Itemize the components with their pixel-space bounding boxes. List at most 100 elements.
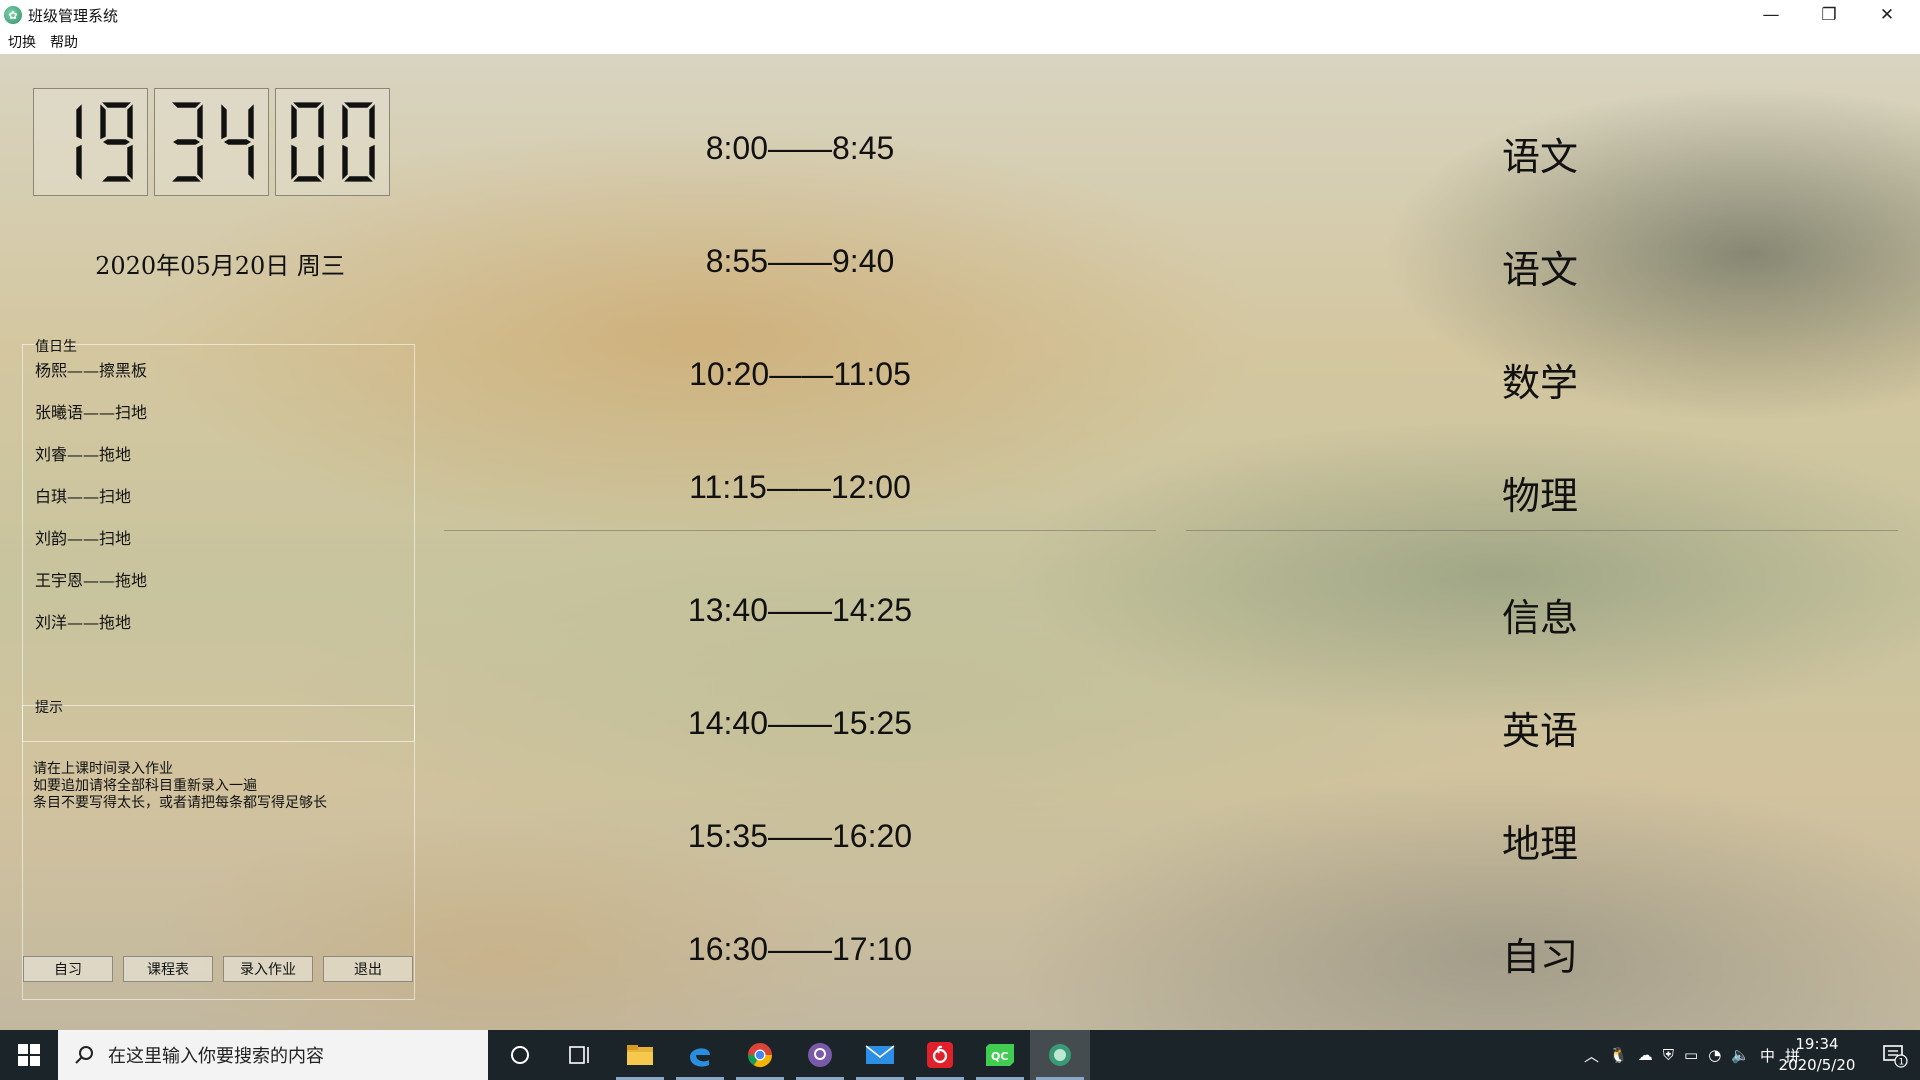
period-subject: 物理 <box>1501 474 1578 518</box>
segment-f <box>99 104 106 140</box>
segment-c <box>196 144 203 180</box>
period-subject: 自习 <box>1501 935 1578 979</box>
menu-help[interactable]: 帮助 <box>50 32 84 52</box>
task-view-icon <box>569 1046 589 1064</box>
app-icon: ✿ <box>4 6 22 24</box>
segment-g <box>102 139 130 145</box>
enter-homework-button[interactable]: 录入作业 <box>223 956 313 982</box>
segment-d <box>101 176 131 182</box>
minimize-button[interactable]: — <box>1742 0 1800 30</box>
duty-item: 刘洋——拖地 <box>35 613 132 632</box>
period-time: 8:55——9:40 <box>705 243 895 279</box>
period-time: 16:30——17:10 <box>687 931 913 967</box>
taskbar-date: 2020/5/20 <box>1778 1056 1856 1074</box>
menu-switch[interactable]: 切换 <box>8 32 42 52</box>
taskbar-app-github-desktop[interactable] <box>790 1030 850 1080</box>
segment-d <box>171 176 201 182</box>
system-tray: ︿ 🐧 ☁ ⛨ ▭ ◔ 🔈 中 拼 <box>1584 1030 1800 1080</box>
segment-b <box>247 104 254 140</box>
period-time: 10:20——11:05 <box>689 356 911 392</box>
github-icon <box>808 1043 832 1067</box>
taskbar-app-chrome[interactable] <box>730 1030 790 1080</box>
wifi-icon[interactable]: ◔ <box>1708 1046 1721 1064</box>
segment-f <box>220 104 227 140</box>
edge-icon <box>690 1048 710 1067</box>
segment-b <box>196 104 203 140</box>
close-button[interactable]: ✕ <box>1858 0 1916 30</box>
qt-icon: QC <box>986 1044 1014 1066</box>
notification-count: 1 <box>1899 1058 1905 1068</box>
segment-c <box>368 144 375 180</box>
segment-a <box>101 102 131 108</box>
taskbar-time: 19:34 <box>1795 1035 1839 1053</box>
clock-seconds <box>275 88 390 196</box>
clock-digit <box>220 104 254 180</box>
timetable-button[interactable]: 课程表 <box>123 956 213 982</box>
cortana-button[interactable] <box>490 1030 550 1080</box>
date-label: 2020年05月20日 周三 <box>95 252 345 280</box>
clock-digit <box>99 102 133 182</box>
mail-icon <box>865 1045 895 1064</box>
period-subject: 信息 <box>1501 596 1578 640</box>
duty-item: 王宇恩——拖地 <box>35 571 148 590</box>
segment-g <box>223 139 251 145</box>
taskbar-app-edge[interactable] <box>670 1030 730 1080</box>
noon-divider-right <box>1186 530 1898 531</box>
security-shield-icon[interactable]: ⛨ <box>1663 1046 1674 1064</box>
duty-group: 值日生 杨熙——擦黑板 张曦语——扫地 刘睿——拖地 白琪——扫地 刘韵——扫地… <box>22 339 415 742</box>
chevron-up-icon[interactable]: ︿ <box>1584 1045 1599 1066</box>
window-title: 班级管理系统 <box>28 6 119 25</box>
music-icon <box>927 1042 953 1068</box>
clock-digit <box>75 104 82 180</box>
notification-center-button[interactable]: 1 <box>1870 1030 1920 1080</box>
svg-text:QC: QC <box>991 1050 1008 1063</box>
volume-icon[interactable]: 🔈 <box>1731 1046 1750 1064</box>
noon-divider-left <box>444 530 1156 531</box>
menu-bar: 切换 帮助 <box>0 30 1920 54</box>
start-button[interactable] <box>0 1030 58 1080</box>
segment-c <box>75 144 82 180</box>
search-placeholder: 在这里输入你要搜索的内容 <box>108 1046 324 1067</box>
taskbar-clock[interactable]: 19:34 2020/5/20 <box>1772 1034 1862 1076</box>
search-icon <box>75 1046 93 1064</box>
chrome-icon <box>748 1043 772 1068</box>
duty-item: 张曦语——扫地 <box>35 403 148 422</box>
taskbar-app-class-manager[interactable] <box>1030 1030 1090 1080</box>
taskbar-app-netease-music[interactable] <box>910 1030 970 1080</box>
segment-b <box>368 104 375 140</box>
period-subject: 语文 <box>1501 248 1578 292</box>
segment-g <box>172 139 200 145</box>
task-view-button[interactable] <box>550 1030 610 1080</box>
maximize-button[interactable]: ❐ <box>1800 0 1858 30</box>
taskbar: 在这里输入你要搜索的内容 QC ︿ 🐧 ☁ ⛨ ▭ ◔ 🔈 中 拼 19:34 … <box>0 1030 1920 1080</box>
qq-icon[interactable]: 🐧 <box>1609 1046 1628 1064</box>
period-time: 13:40——14:25 <box>687 592 913 628</box>
segment-a <box>292 102 322 108</box>
segment-c <box>126 144 133 180</box>
taskbar-app-qt-creator[interactable]: QC <box>970 1030 1030 1080</box>
segment-a <box>171 102 201 108</box>
period-subject: 英语 <box>1501 709 1578 753</box>
duty-group-title: 值日生 <box>35 339 77 355</box>
cortana-icon <box>511 1046 529 1064</box>
tips-group-title: 提示 <box>35 700 63 716</box>
main-area: 2020年05月20日 周三 值日生 杨熙——擦黑板 张曦语——扫地 刘睿——拖… <box>0 54 1920 1030</box>
taskbar-search-box[interactable]: 在这里输入你要搜索的内容 <box>58 1030 488 1080</box>
digital-clock <box>33 88 390 196</box>
clock-hours <box>33 88 148 196</box>
class-manager-icon <box>1049 1044 1071 1066</box>
duty-item: 刘韵——扫地 <box>35 529 132 548</box>
taskbar-app-mail[interactable] <box>850 1030 910 1080</box>
taskbar-app-file-explorer[interactable] <box>610 1030 670 1080</box>
battery-icon[interactable]: ▭ <box>1684 1046 1698 1064</box>
segment-e <box>290 144 297 180</box>
clock-minutes <box>154 88 269 196</box>
cloud-icon[interactable]: ☁ <box>1638 1046 1653 1064</box>
segment-a <box>343 102 373 108</box>
period-time: 11:15——12:00 <box>689 469 911 505</box>
segment-c <box>247 144 254 180</box>
title-bar: ✿ 班级管理系统 — ❐ ✕ <box>0 0 1920 30</box>
period-subject: 语文 <box>1501 135 1578 179</box>
self-study-button[interactable]: 自习 <box>23 956 113 982</box>
exit-button[interactable]: 退出 <box>323 956 413 982</box>
